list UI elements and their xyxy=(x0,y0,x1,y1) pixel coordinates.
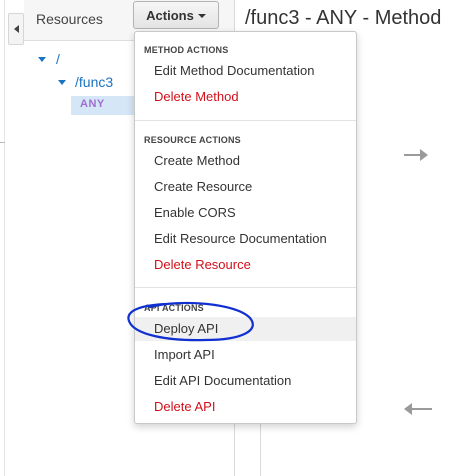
menu-item-enable-cors[interactable]: Enable CORS xyxy=(135,201,356,225)
actions-button[interactable]: Actions xyxy=(133,1,219,29)
menu-item-edit-method-documentation[interactable]: Edit Method Documentation xyxy=(135,59,356,83)
menu-item-import-api[interactable]: Import API xyxy=(135,343,356,367)
menu-item-create-resource[interactable]: Create Resource xyxy=(135,175,356,199)
left-rail xyxy=(4,0,5,476)
actions-label: Actions xyxy=(146,7,194,23)
collapse-sidebar-button[interactable] xyxy=(8,13,24,45)
collapse-left-icon xyxy=(13,25,19,33)
menu-item-deploy-api[interactable]: Deploy API xyxy=(135,317,356,341)
menu-separator xyxy=(135,287,356,288)
tree-node-root[interactable]: / xyxy=(56,51,60,67)
section-header-api-actions: API ACTIONS xyxy=(144,303,204,313)
page-title: /func3 - ANY - Method xyxy=(245,7,442,29)
api-gateway-console: Resources Actions / /func3 ANY /func3 - … xyxy=(0,0,467,476)
menu-item-delete-api[interactable]: Delete API xyxy=(135,395,356,419)
menu-item-edit-api-documentation[interactable]: Edit API Documentation xyxy=(135,369,356,393)
tree-expand-icon[interactable] xyxy=(58,80,66,85)
actions-dropdown-menu: METHOD ACTIONS Edit Method Documentation… xyxy=(134,31,357,424)
section-header-resource-actions: RESOURCE ACTIONS xyxy=(144,135,241,145)
method-any-label[interactable]: ANY xyxy=(80,98,105,110)
tree-node-func3[interactable]: /func3 xyxy=(75,74,113,90)
menu-item-edit-resource-documentation[interactable]: Edit Resource Documentation xyxy=(135,227,356,251)
resources-title: Resources xyxy=(36,11,103,27)
menu-separator xyxy=(135,120,356,121)
menu-item-delete-method[interactable]: Delete Method xyxy=(135,85,356,109)
menu-item-create-method[interactable]: Create Method xyxy=(135,149,356,173)
section-header-method-actions: METHOD ACTIONS xyxy=(144,45,229,55)
arrow-left-icon xyxy=(404,403,432,415)
rail-divider xyxy=(0,142,5,143)
arrow-right-icon xyxy=(404,149,428,161)
menu-item-delete-resource[interactable]: Delete Resource xyxy=(135,253,356,277)
caret-down-icon xyxy=(197,14,206,18)
tree-expand-icon[interactable] xyxy=(38,57,46,62)
